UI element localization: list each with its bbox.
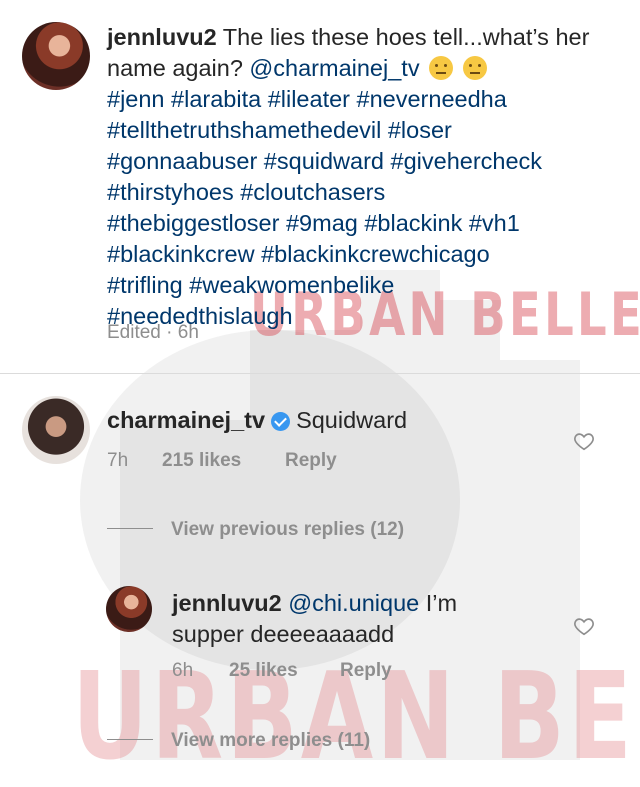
hashtag-line[interactable]: #blackinkcrew #blackinkcrewchicago xyxy=(107,239,617,270)
hashtag-line[interactable]: #jenn #larabita #lileater #neverneedha xyxy=(107,84,617,115)
reply-author-username[interactable]: jennluvu2 xyxy=(172,590,282,616)
reply-text-2: supper deeeeaaaadd xyxy=(172,621,395,647)
comment-reply-wrap: Reply xyxy=(285,450,337,472)
reply-reply-button[interactable]: Reply xyxy=(340,660,392,681)
hashtag-line[interactable]: #thebiggestloser #9mag #blackink #vh1 xyxy=(107,208,617,239)
reply-text-1: I’m xyxy=(425,590,458,616)
reply-like-heart-icon[interactable] xyxy=(573,615,595,637)
hashtag-line[interactable]: #thirstyhoes #cloutchasers xyxy=(107,177,617,208)
post-author-avatar[interactable] xyxy=(22,22,90,90)
hashtag-line[interactable]: #gonnaabuser #squidward #givehercheck xyxy=(107,146,617,177)
view-more-rule xyxy=(107,739,153,740)
comments-view: jennluvu2 The lies these hoes tell...wha… xyxy=(0,0,640,769)
caption-mention[interactable]: @charmainej_tv xyxy=(249,55,419,81)
verified-badge-icon xyxy=(271,412,291,431)
post-caption: jennluvu2 The lies these hoes tell...wha… xyxy=(107,22,617,332)
reply-reply-wrap: Reply xyxy=(340,660,392,682)
view-previous-replies-button[interactable]: View previous replies (12) xyxy=(107,519,404,541)
raised-eyebrow-face-icon xyxy=(462,56,487,80)
comment-like-heart-icon[interactable] xyxy=(573,430,595,452)
view-previous-label: View previous replies (12) xyxy=(171,519,405,540)
monocle-face-icon xyxy=(429,56,454,80)
view-more-replies-button[interactable]: View more replies (11) xyxy=(107,730,370,752)
reply-time: 6h xyxy=(172,660,194,681)
comment-time: 7h xyxy=(107,450,129,471)
comment-reply-button[interactable]: Reply xyxy=(285,450,337,471)
reply-mention[interactable]: @chi.unique xyxy=(288,590,419,616)
comment-likes[interactable]: 215 likes xyxy=(162,450,241,471)
comment-text: Squidward xyxy=(296,407,408,433)
reply-likes[interactable]: 25 likes xyxy=(229,660,298,681)
reply-author-avatar[interactable] xyxy=(106,586,152,632)
view-previous-rule xyxy=(107,528,153,529)
reply-body: jennluvu2 @chi.unique I’m supper deeeeaa… xyxy=(172,588,572,650)
commenter-username[interactable]: charmainej_tv xyxy=(107,407,265,433)
edited-label: Edited · 6h xyxy=(107,322,199,343)
caption-divider xyxy=(0,373,640,374)
comment-likes-wrap: 215 likes xyxy=(162,450,241,472)
commenter-avatar[interactable] xyxy=(22,396,90,464)
reply-likes-wrap: 25 likes xyxy=(229,660,298,682)
hashtag-line[interactable]: #trifling #weakwomenbelike xyxy=(107,270,617,301)
comment-body: charmainej_tv Squidward xyxy=(107,405,407,436)
view-more-label: View more replies (11) xyxy=(171,730,371,751)
hashtag-line[interactable]: #tellthetruthshamethedevil #loser xyxy=(107,115,617,146)
post-author-username[interactable]: jennluvu2 xyxy=(107,24,217,50)
